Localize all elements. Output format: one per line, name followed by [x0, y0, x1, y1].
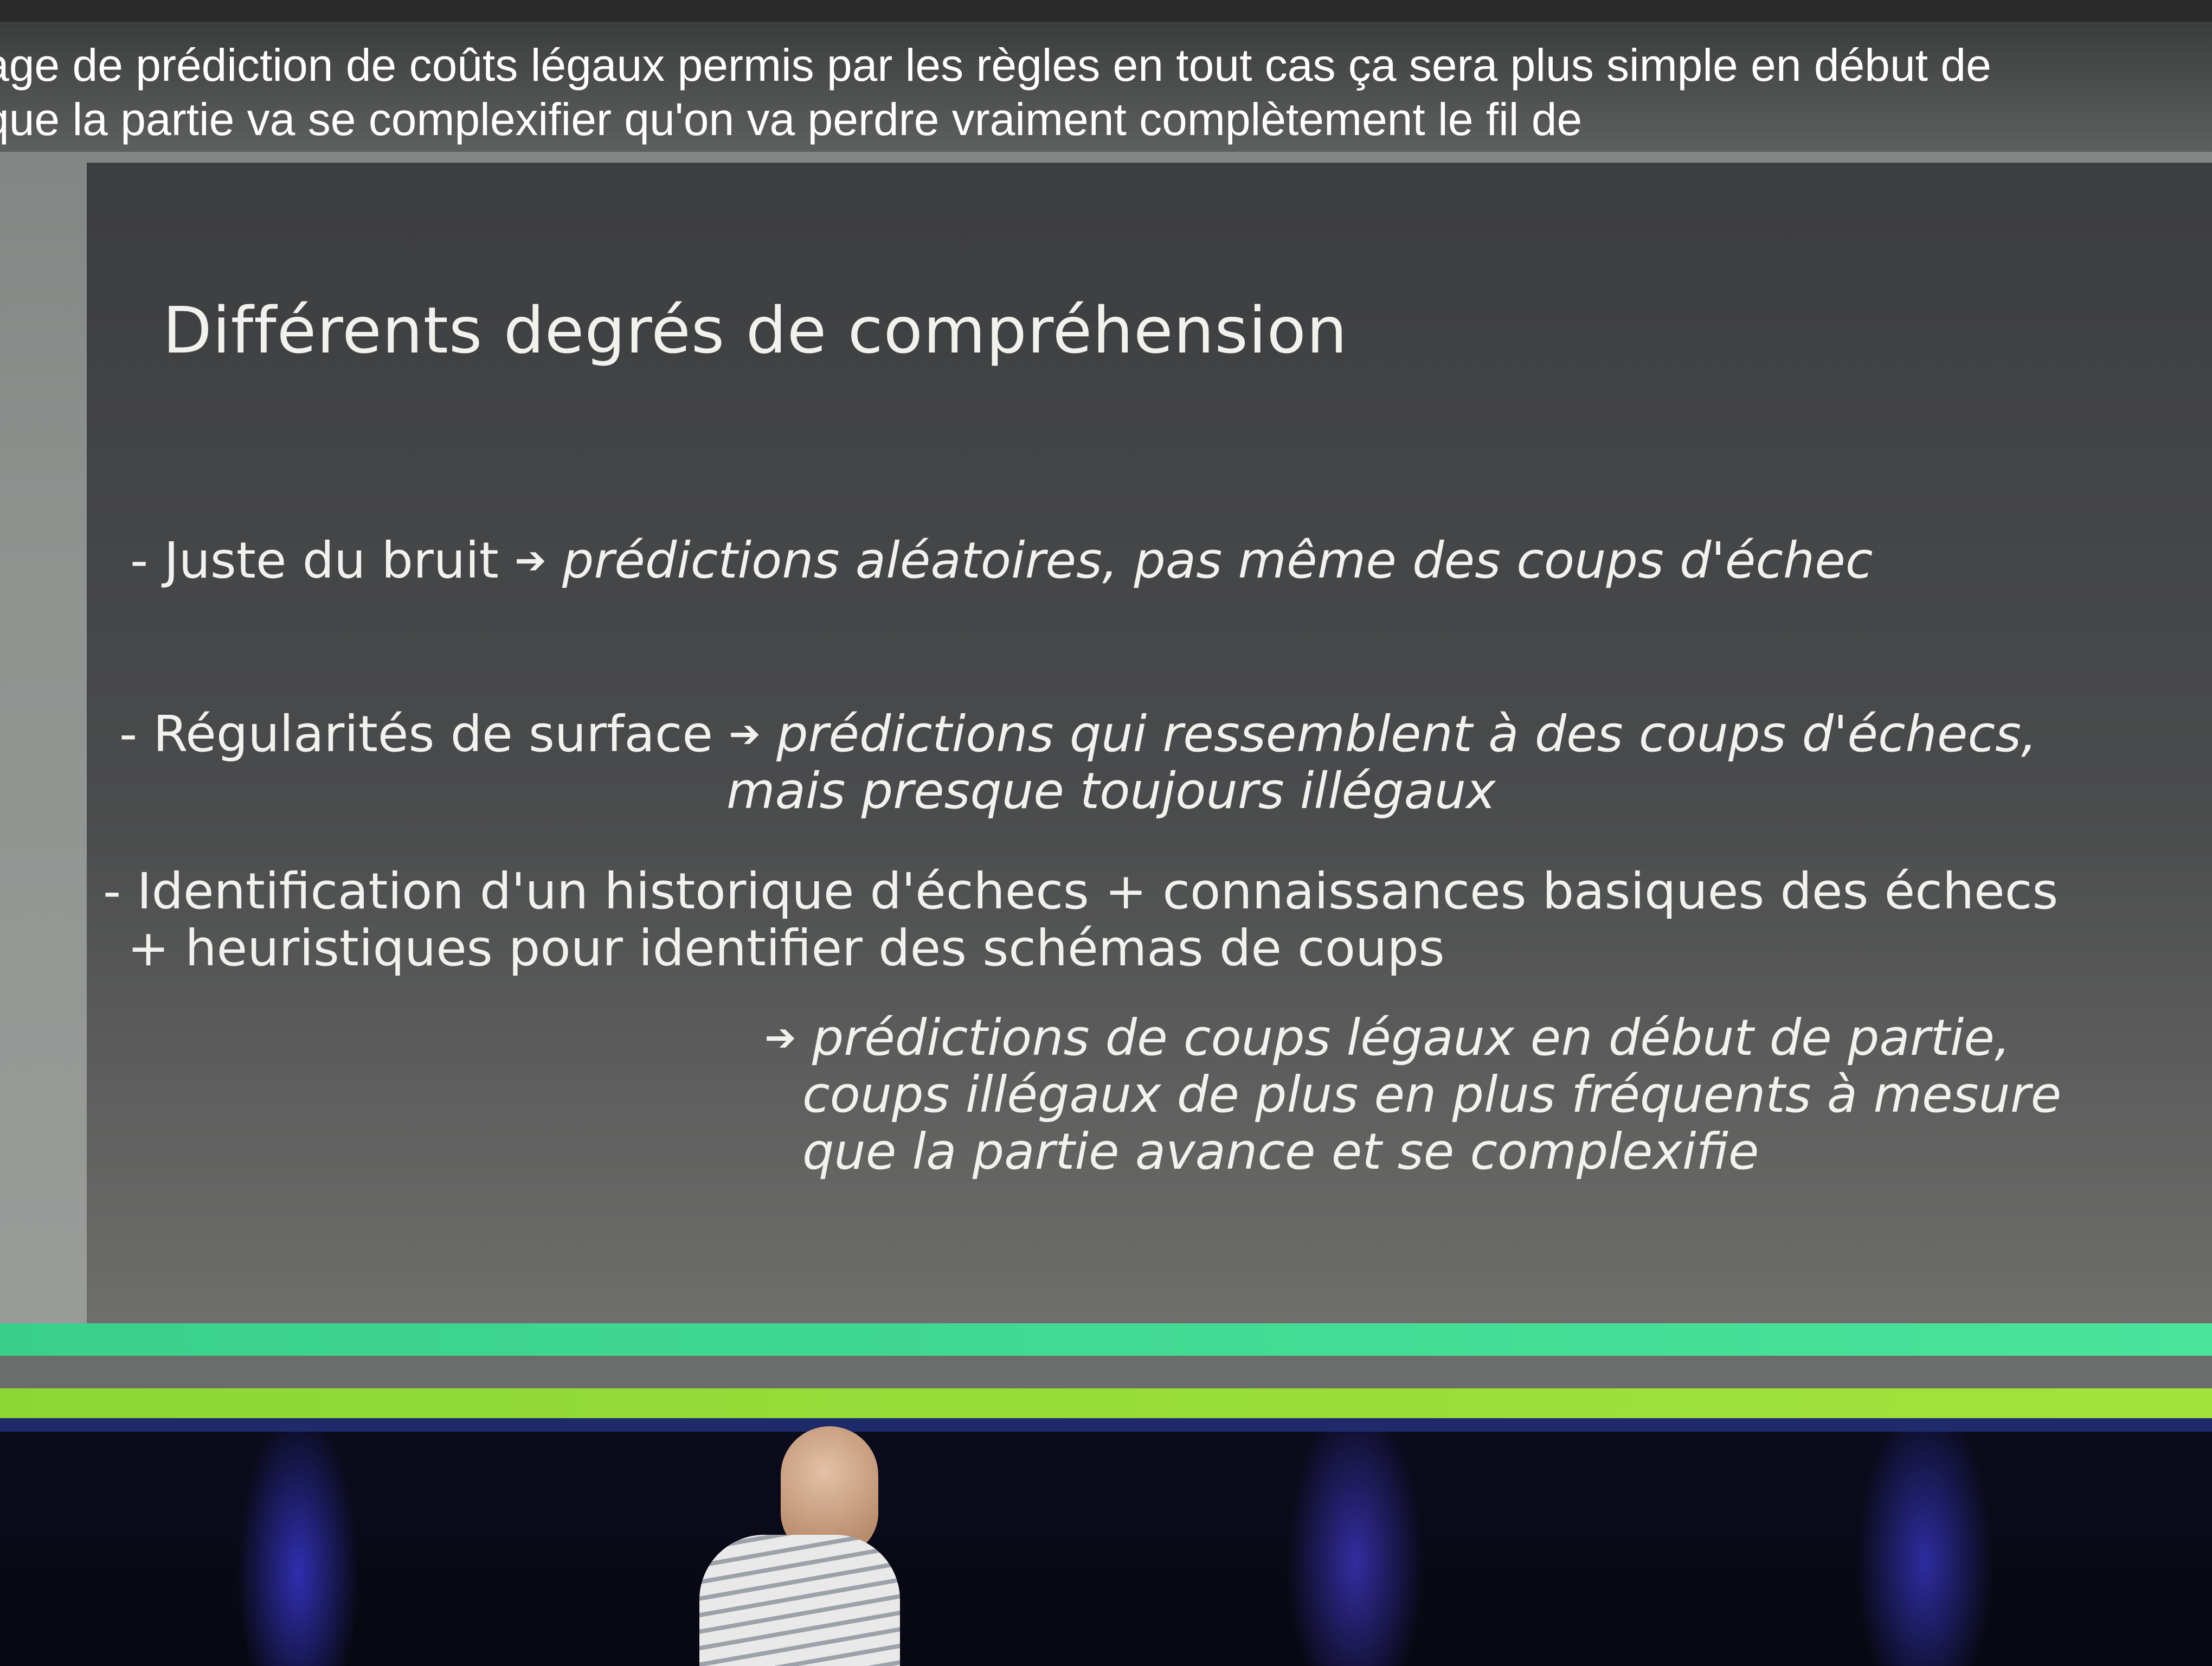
live-captions: age de prédiction de coûts légaux permis…: [0, 22, 2212, 152]
bullet-noise: - Juste du bruit ➔ prédictions aléatoire…: [130, 531, 1873, 589]
bullet-result-cont: mais presque toujours illégaux: [726, 762, 1496, 820]
presentation-slide: Différents degrés de compréhension - Jus…: [87, 163, 2212, 1323]
bullet-identification-result: ➔ prédictions de coups légaux en début d…: [764, 1009, 2010, 1067]
dark-blue-stage-bar: [0, 1418, 2212, 1432]
bullet-identification-result-cont2: que la partie avance et se complexifie: [802, 1123, 1759, 1181]
screen-top-edge: [0, 0, 2212, 22]
lime-stage-bar: [0, 1388, 2212, 1418]
speaker: [699, 1426, 905, 1666]
bullet-result-cont2: que la partie avance et se complexifie: [802, 1123, 1759, 1181]
speaker-striped-shirt: [699, 1535, 900, 1666]
bullet-identification-cont: + heuristiques pour identifier des schém…: [127, 919, 1445, 977]
slide-title: Différents degrés de compréhension: [163, 293, 1348, 368]
bullet-result: prédictions aléatoires, pas même des cou…: [562, 531, 1873, 589]
bullet-result: prédictions qui ressemblent à des coups …: [776, 705, 2037, 763]
bullet-result: prédictions de coups légaux en début de …: [812, 1009, 2011, 1067]
bullet-label: - Juste du bruit: [130, 531, 499, 589]
bullet-surface-cont: mais presque toujours illégaux: [726, 762, 1496, 820]
arrow-icon: ➔: [764, 1015, 796, 1060]
green-stage-bar: [0, 1323, 2212, 1356]
bullet-identification-result-cont: coups illégaux de plus en plus fréquents…: [802, 1066, 2061, 1124]
caption-line-1: age de prédiction de coûts légaux permis…: [0, 40, 1991, 91]
stage-background: [0, 1432, 2212, 1666]
bullet-result-cont: coups illégaux de plus en plus fréquents…: [802, 1066, 2062, 1124]
caption-line-2: que la partie va se complexifier qu'on v…: [0, 94, 1583, 145]
gray-stage-bar: [0, 1356, 2212, 1388]
bullet-identification: - Identification d'un historique d'échec…: [103, 862, 2059, 920]
arrow-icon: ➔: [515, 538, 546, 582]
bullet-surface: - Régularités de surface ➔ prédictions q…: [119, 705, 2037, 763]
conference-photo: age de prédiction de coûts légaux permis…: [0, 0, 2212, 1666]
bullet-label: - Régularités de surface: [119, 705, 713, 763]
arrow-icon: ➔: [729, 712, 761, 756]
